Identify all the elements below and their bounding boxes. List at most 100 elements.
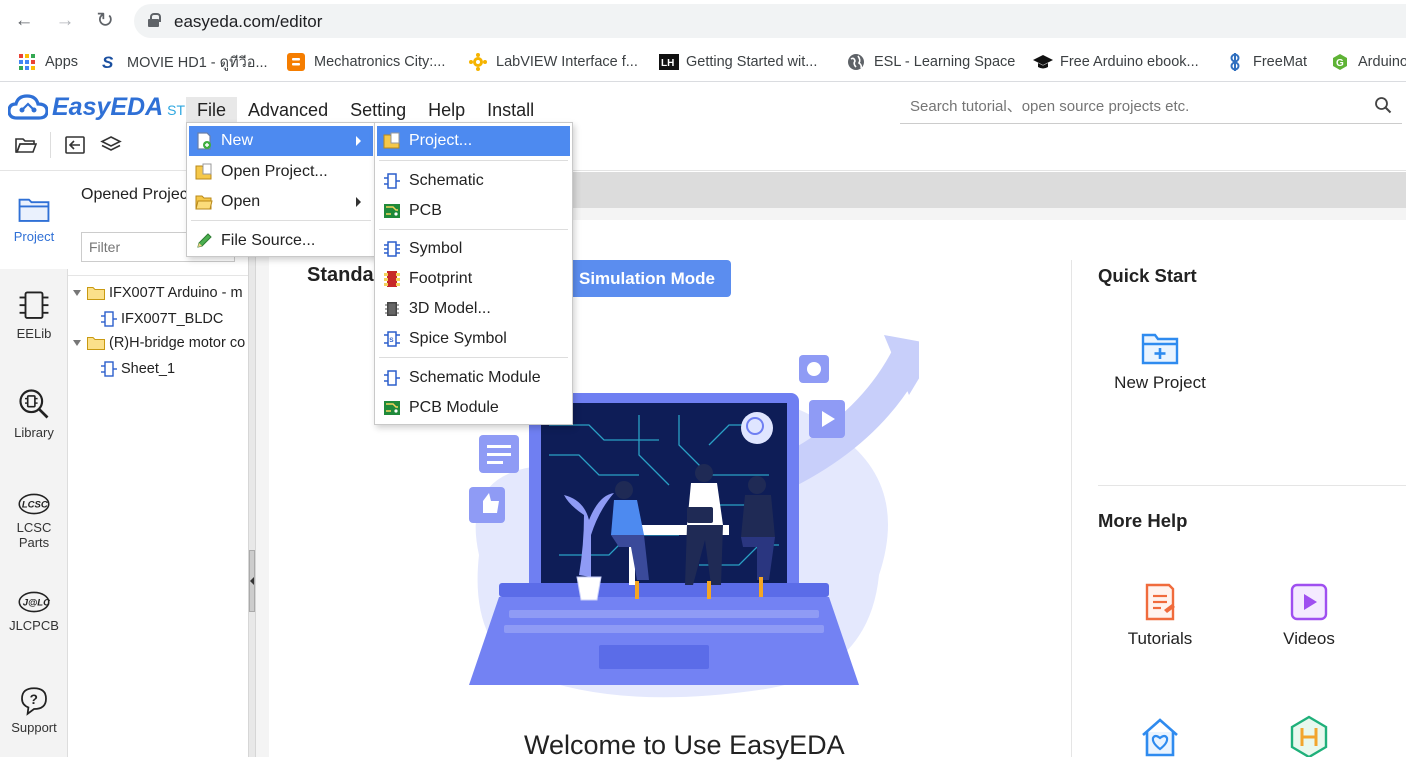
rail-item-lcsc-parts[interactable]: LCSC LCSC Parts [0,491,68,550]
divider-horizontal [1098,485,1406,486]
new-project-button[interactable]: New Project [1100,330,1220,393]
svg-text:S: S [389,337,394,344]
bookmark-free-arduino-ebook[interactable]: Free Arduino ebook... [1033,52,1199,72]
menu-file[interactable]: File [186,97,238,123]
schematic-icon [101,311,117,327]
search-box [900,92,1402,124]
tutorials-button[interactable]: Tutorials [1100,582,1220,649]
globe-icon [847,53,865,71]
library-search-icon [19,389,49,419]
menu-item-label: Project... [409,132,473,149]
panel-splitter[interactable] [248,172,256,757]
menu-setting[interactable]: Setting [339,97,417,123]
menu-item-new-3d-model[interactable]: 3D Model... [377,294,570,324]
videos-button[interactable]: Videos [1249,582,1369,649]
menu-item-open-project[interactable]: Open Project... [189,157,373,187]
arduino-site-icon: G [1331,53,1349,71]
lcsc-logo-icon: LCSC [18,493,50,515]
url-text: easyeda.com/editor [174,12,323,31]
svg-text:?: ? [30,692,38,707]
3d-model-icon [385,302,399,316]
menu-item-label: File Source... [221,232,316,249]
project-panel: Opened Projects IFX007T Arduino - m IFX0… [68,172,248,757]
menu-item-new-pcb[interactable]: PCB [377,196,570,226]
rail-item-eelib[interactable]: EELib [0,289,68,341]
svg-text:LCSC: LCSC [22,499,48,510]
bookmark-movie-hd1[interactable]: S MOVIE HD1 - ดูทีวีอ... [100,52,268,72]
menu-item-label: 3D Model... [409,300,491,317]
svg-text:J@LC: J@LC [23,597,50,608]
tree-item-project[interactable]: (R)H-bridge motor co [73,332,248,354]
forum-home-icon[interactable] [1139,715,1181,757]
schematic-module-icon [384,370,400,386]
image-back-icon [65,136,85,154]
pcb-module-icon [384,401,400,415]
videos-icon [1290,583,1328,621]
bookmark-apps[interactable]: Apps [18,52,78,72]
search-input[interactable] [910,98,1350,115]
menu-item-label: Schematic [409,172,484,189]
easyeda-logo[interactable]: EasyEDA STD [8,91,195,123]
toolbar-separator [50,132,51,158]
pcb-icon [384,204,400,218]
menu-item-new-footprint[interactable]: Footprint [377,264,570,294]
menu-item-new[interactable]: New [189,126,373,156]
bookmark-esl[interactable]: ESL - Learning Space [847,52,1015,72]
menu-item-label: Open Project... [221,163,328,180]
tree-item-schematic[interactable]: IFX007T_BLDC [101,308,248,330]
hardware-hub-icon[interactable] [1289,715,1329,757]
address-bar[interactable]: easyeda.com/editor [134,4,1406,38]
menu-item-new-pcb-module[interactable]: PCB Module [377,393,570,423]
tree-item-project[interactable]: IFX007T Arduino - m [73,282,248,304]
menu-item-file-source[interactable]: File Source... [189,226,373,256]
lh-site-icon: LH [659,53,679,71]
forward-arrow-icon[interactable]: → [53,9,77,33]
tutorials-label: Tutorials [1127,629,1193,648]
standard-mode-label[interactable]: Standa [307,264,374,287]
bookmark-freemat[interactable]: FreeMat [1226,52,1307,72]
help-icon: ? [21,687,47,716]
simulation-mode-button[interactable]: Simulation Mode [559,260,731,297]
tree-item-label: (R)H-bridge motor co [109,335,246,351]
movie-site-icon: S [100,53,118,72]
back-arrow-icon[interactable]: ← [12,9,36,33]
menu-item-new-spice-symbol[interactable]: S Spice Symbol [377,324,570,354]
bookmark-arduino[interactable]: G Arduino [1331,52,1406,72]
rail-item-support[interactable]: ? Support [0,685,68,735]
blogger-icon [287,53,305,71]
svg-text:LH: LH [661,58,674,69]
menu-advanced[interactable]: Advanced [237,97,339,123]
new-project-label: New Project [1114,373,1206,392]
layers-button[interactable] [93,131,129,159]
menu-item-new-project[interactable]: Project... [377,126,570,156]
bookmark-labview[interactable]: LabVIEW Interface f... [469,52,638,72]
menu-item-new-symbol[interactable]: Symbol [377,234,570,264]
menu-item-new-schematic-module[interactable]: Schematic Module [377,363,570,393]
open-folder-button[interactable] [8,131,44,159]
bookmark-getting-started[interactable]: LH Getting Started wit... [659,52,817,72]
tree-item-schematic[interactable]: Sheet_1 [101,358,248,380]
collapse-arrow-icon[interactable] [250,577,254,585]
rail-item-project[interactable]: Project [0,172,68,269]
menu-help[interactable]: Help [417,97,476,123]
rail-item-library[interactable]: Library [0,386,68,440]
panel-divider [68,275,248,276]
menu-item-open[interactable]: Open [189,187,373,217]
schematic-icon [101,361,117,377]
tree-item-label: IFX007T Arduino - m [109,285,243,301]
search-icon[interactable] [1374,96,1392,114]
bookmark-label: Arduino [1358,54,1406,70]
project-icon [383,132,400,149]
bookmark-mechatronics-city[interactable]: Mechatronics City:... [287,52,445,72]
rail-label-line: LCSC [16,520,52,535]
tree-item-label: IFX007T_BLDC [121,311,224,327]
menu-item-new-schematic[interactable]: Schematic [377,166,570,196]
expand-triangle-icon[interactable] [73,340,81,346]
expand-triangle-icon[interactable] [73,290,81,296]
menu-install[interactable]: Install [476,97,545,123]
canvas-view-button[interactable] [57,131,93,159]
apps-grid-icon [18,53,36,71]
left-rail: Project EELib Library LCSC LCSC Parts J@… [0,172,68,757]
reload-icon[interactable]: ↻ [93,9,117,33]
rail-item-jlcpcb[interactable]: J@LC JLCPCB [0,589,68,633]
